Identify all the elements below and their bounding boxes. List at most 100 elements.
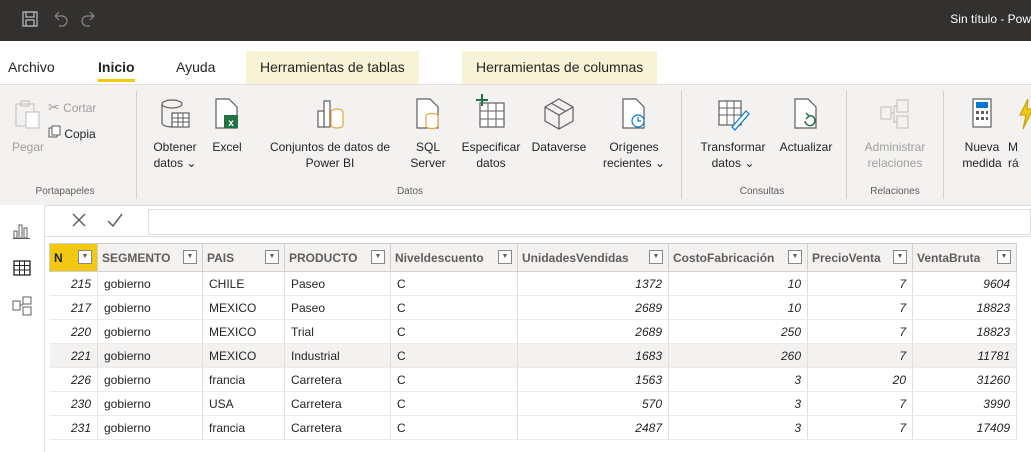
column-header-producto[interactable]: PRODUCTO ▼ — [284, 243, 391, 272]
cell-pais[interactable]: USA — [202, 391, 285, 416]
cell-precioventa[interactable]: 7 — [807, 415, 913, 440]
cell-n[interactable]: 226 — [49, 367, 98, 392]
chevron-down-icon[interactable]: ▼ — [788, 250, 802, 264]
cell-producto[interactable]: Industrial — [284, 343, 391, 368]
cell-ventabruta[interactable]: 18823 — [912, 295, 1017, 320]
administrar-relaciones-button[interactable]: Administrar relaciones — [854, 97, 936, 171]
table-row[interactable]: 226 gobierno francia Carretera C 1563 3 … — [49, 367, 1017, 392]
cell-costofabricacion[interactable]: 3 — [668, 367, 808, 392]
model-view-icon[interactable] — [11, 295, 33, 317]
cell-ventabruta[interactable]: 3990 — [912, 391, 1017, 416]
conjuntos-powerbi-button[interactable]: Conjuntos de datos de Power BI — [255, 97, 405, 171]
cell-n[interactable]: 217 — [49, 295, 98, 320]
especificar-datos-button[interactable]: Especificar datos — [455, 93, 527, 171]
cut-button[interactable]: ✂ Cortar — [48, 99, 96, 116]
column-header-segmento[interactable]: SEGMENTO ▼ — [97, 243, 203, 272]
cell-unidadesvendidas[interactable]: 2689 — [517, 295, 669, 320]
cell-n[interactable]: 231 — [49, 415, 98, 440]
cancel-formula-icon[interactable] — [68, 210, 90, 232]
cell-producto[interactable]: Paseo — [284, 295, 391, 320]
cell-ventabruta[interactable]: 17409 — [912, 415, 1017, 440]
cell-unidadesvendidas[interactable]: 570 — [517, 391, 669, 416]
cell-niveldescuento[interactable]: C — [390, 415, 518, 440]
chevron-down-icon[interactable]: ▼ — [498, 250, 512, 264]
cell-costofabricacion[interactable]: 3 — [668, 391, 808, 416]
cell-producto[interactable]: Trial — [284, 319, 391, 344]
cell-unidadesvendidas[interactable]: 1372 — [517, 271, 669, 296]
cell-unidadesvendidas[interactable]: 2487 — [517, 415, 669, 440]
cell-producto[interactable]: Paseo — [284, 271, 391, 296]
actualizar-button[interactable]: Actualizar — [770, 97, 842, 155]
cell-ventabruta[interactable]: 11781 — [912, 343, 1017, 368]
cell-segmento[interactable]: gobierno — [97, 343, 203, 368]
cell-pais[interactable]: CHILE — [202, 271, 285, 296]
cell-costofabricacion[interactable]: 250 — [668, 319, 808, 344]
cell-precioventa[interactable]: 7 — [807, 295, 913, 320]
cell-niveldescuento[interactable]: C — [390, 319, 518, 344]
chevron-down-icon[interactable]: ▼ — [649, 250, 663, 264]
column-header-ventabruta[interactable]: VentaBruta ▼ — [912, 243, 1017, 272]
column-header-pais[interactable]: PAIS ▼ — [202, 243, 285, 272]
cell-n[interactable]: 221 — [49, 343, 98, 368]
cell-pais[interactable]: MEXICO — [202, 343, 285, 368]
chevron-down-icon[interactable]: ▼ — [183, 250, 197, 264]
cell-segmento[interactable]: gobierno — [97, 319, 203, 344]
redo-icon[interactable] — [80, 10, 98, 28]
cell-unidadesvendidas[interactable]: 1683 — [517, 343, 669, 368]
cell-segmento[interactable]: gobierno — [97, 295, 203, 320]
table-row[interactable]: 217 gobierno MEXICO Paseo C 2689 10 7 18… — [49, 295, 1017, 320]
commit-formula-icon[interactable] — [104, 210, 126, 232]
origenes-recientes-button[interactable]: Orígenes recientes ⌄ — [596, 97, 672, 171]
table-row[interactable]: 220 gobierno MEXICO Trial C 2689 250 7 1… — [49, 319, 1017, 344]
tab-ayuda[interactable]: Ayuda — [176, 51, 215, 84]
cell-niveldescuento[interactable]: C — [390, 271, 518, 296]
copy-button[interactable]: Copia — [48, 125, 96, 142]
cell-precioventa[interactable]: 20 — [807, 367, 913, 392]
chevron-down-icon[interactable]: ▼ — [997, 250, 1011, 264]
table-row[interactable]: 230 gobierno USA Carretera C 570 3 7 399… — [49, 391, 1017, 416]
dataverse-button[interactable]: Dataverse — [527, 97, 591, 155]
cell-producto[interactable]: Carretera — [284, 367, 391, 392]
tab-inicio[interactable]: Inicio — [98, 51, 135, 84]
tab-archivo[interactable]: Archivo — [8, 51, 55, 84]
cell-pais[interactable]: francia — [202, 367, 285, 392]
formula-input[interactable] — [148, 209, 1031, 235]
cell-pais[interactable]: francia — [202, 415, 285, 440]
cell-n[interactable]: 220 — [49, 319, 98, 344]
data-view-icon[interactable] — [11, 257, 33, 279]
cell-niveldescuento[interactable]: C — [390, 391, 518, 416]
column-header-n[interactable]: N ▼ — [49, 243, 98, 272]
cell-niveldescuento[interactable]: C — [390, 343, 518, 368]
paste-button[interactable]: Pegar — [12, 99, 44, 155]
sql-server-button[interactable]: SQL Server — [408, 97, 448, 171]
cell-n[interactable]: 215 — [49, 271, 98, 296]
cell-costofabricacion[interactable]: 3 — [668, 415, 808, 440]
cell-producto[interactable]: Carretera — [284, 415, 391, 440]
column-header-niveldescuento[interactable]: Niveldescuento ▼ — [390, 243, 518, 272]
column-header-precioventa[interactable]: PrecioVenta ▼ — [807, 243, 913, 272]
cell-unidadesvendidas[interactable]: 2689 — [517, 319, 669, 344]
chevron-down-icon[interactable]: ▼ — [371, 250, 385, 264]
cell-pais[interactable]: MEXICO — [202, 319, 285, 344]
chevron-down-icon[interactable]: ▼ — [265, 250, 279, 264]
cell-ventabruta[interactable]: 9604 — [912, 271, 1017, 296]
nueva-medida-button[interactable]: Nueva medida — [962, 97, 1002, 171]
transformar-datos-button[interactable]: Transformar datos ⌄ — [690, 97, 776, 171]
cell-n[interactable]: 230 — [49, 391, 98, 416]
cell-precioventa[interactable]: 7 — [807, 391, 913, 416]
cell-precioventa[interactable]: 7 — [807, 271, 913, 296]
table-row[interactable]: 215 gobierno CHILE Paseo C 1372 10 7 960… — [49, 271, 1017, 296]
cell-segmento[interactable]: gobierno — [97, 271, 203, 296]
report-view-icon[interactable] — [11, 219, 33, 241]
medida-rapida-button[interactable]: M rá — [1008, 97, 1031, 171]
cell-producto[interactable]: Carretera — [284, 391, 391, 416]
tab-herramientas-tablas[interactable]: Herramientas de tablas — [246, 51, 419, 84]
cell-niveldescuento[interactable]: C — [390, 367, 518, 392]
cell-ventabruta[interactable]: 18823 — [912, 319, 1017, 344]
cell-costofabricacion[interactable]: 10 — [668, 271, 808, 296]
cell-pais[interactable]: MEXICO — [202, 295, 285, 320]
cell-segmento[interactable]: gobierno — [97, 367, 203, 392]
cell-costofabricacion[interactable]: 260 — [668, 343, 808, 368]
cell-unidadesvendidas[interactable]: 1563 — [517, 367, 669, 392]
cell-ventabruta[interactable]: 31260 — [912, 367, 1017, 392]
